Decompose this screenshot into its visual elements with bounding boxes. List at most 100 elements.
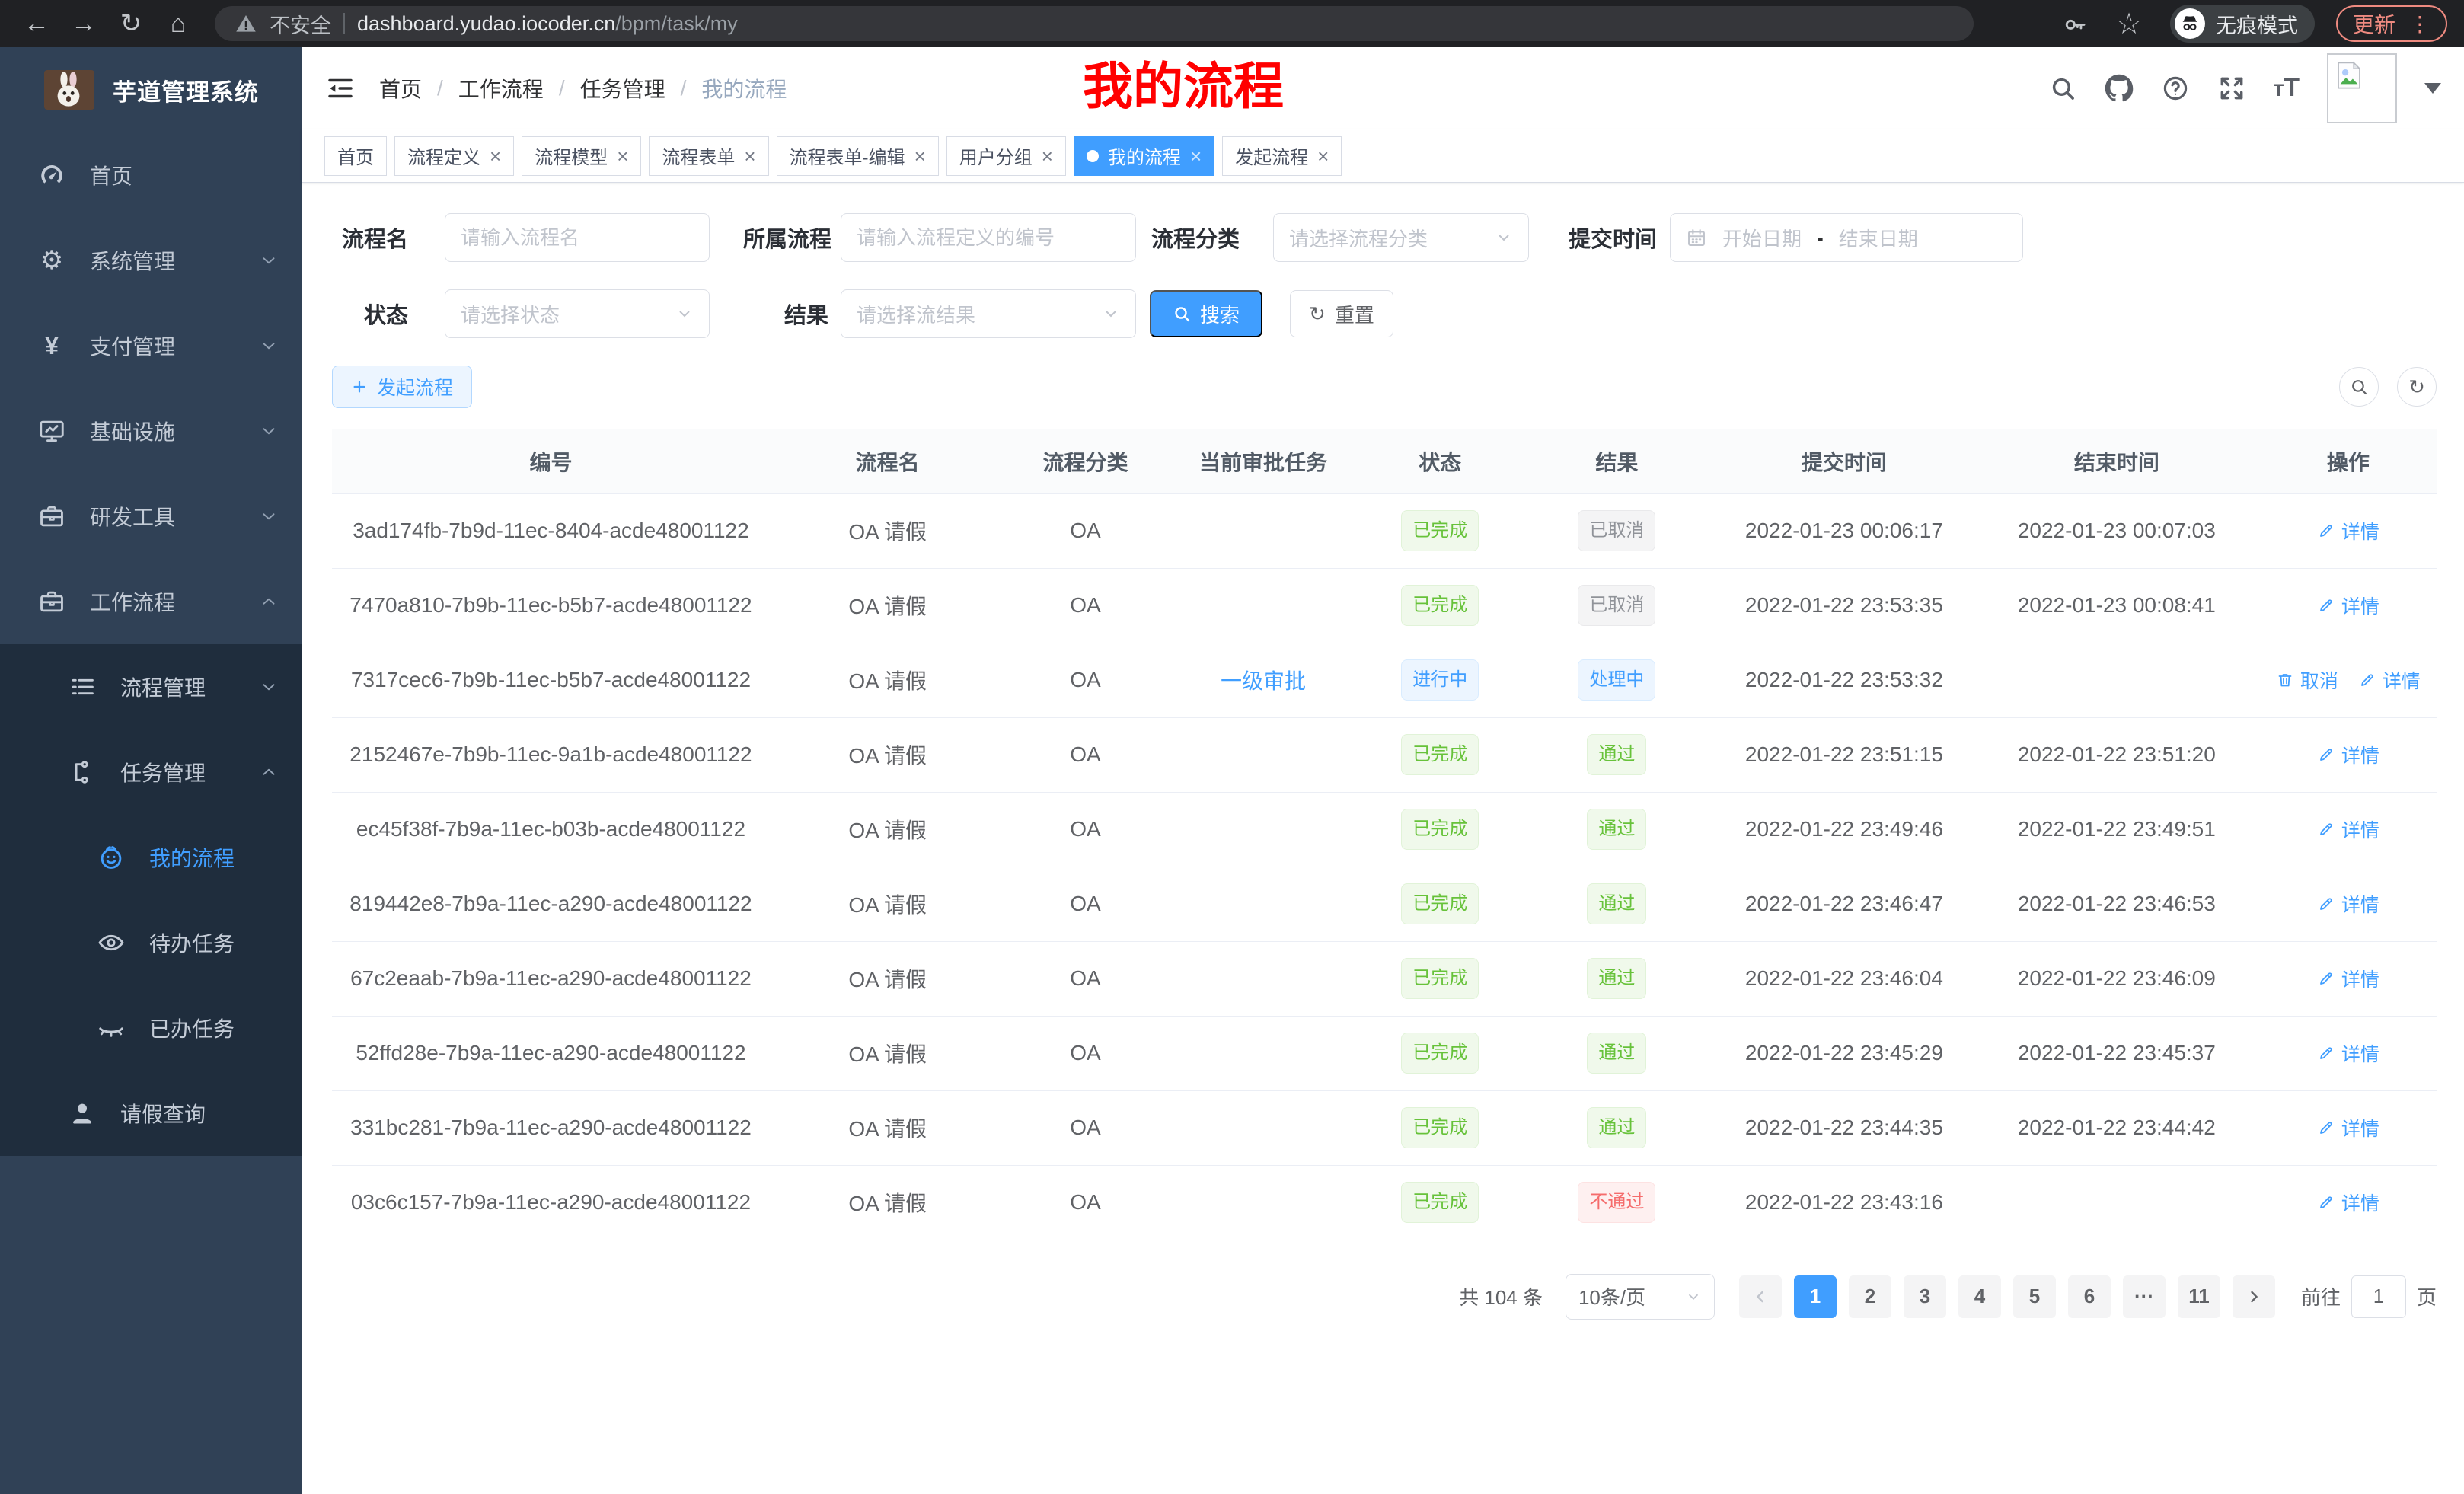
- sidebar-item-dev-tools[interactable]: 研发工具: [0, 474, 302, 559]
- submit-time-daterange-picker[interactable]: 开始日期 - 结束日期: [1670, 213, 2023, 262]
- breadcrumb-item[interactable]: 工作流程: [458, 73, 544, 104]
- kebab-menu-icon[interactable]: ⋮: [2409, 11, 2430, 37]
- cell-process-name: OA 请假: [770, 717, 1006, 792]
- header-search-icon[interactable]: [2048, 74, 2077, 103]
- sidebar-item-payment[interactable]: ¥支付管理: [0, 303, 302, 388]
- chevron-down-icon: [259, 336, 279, 356]
- tab-process-form[interactable]: 流程表单×: [649, 136, 768, 176]
- detail-link[interactable]: 详情: [2317, 816, 2379, 843]
- goto-page-input[interactable]: [2351, 1275, 2406, 1318]
- result-select[interactable]: 请选择流结果: [841, 289, 1136, 338]
- browser-back-icon[interactable]: ←: [17, 5, 56, 42]
- sidebar-toggle-icon[interactable]: [324, 72, 356, 104]
- process-definition-input[interactable]: [841, 213, 1136, 262]
- cell-actions: 详情: [2260, 1090, 2437, 1165]
- tab-home[interactable]: 首页: [324, 136, 387, 176]
- reset-button[interactable]: ↻ 重置: [1290, 290, 1393, 337]
- close-tab-icon[interactable]: ×: [1190, 146, 1202, 166]
- sidebar-item-my-process[interactable]: 我的流程: [0, 815, 302, 900]
- bookmark-star-icon[interactable]: ☆: [2109, 5, 2149, 42]
- page-button[interactable]: 11: [2178, 1275, 2220, 1318]
- tab-start-process[interactable]: 发起流程×: [1222, 136, 1342, 176]
- close-tab-icon[interactable]: ×: [914, 146, 926, 166]
- browser-reload-icon[interactable]: ↻: [111, 5, 151, 42]
- page-button[interactable]: 1: [1794, 1275, 1837, 1318]
- detail-link[interactable]: 详情: [2317, 1114, 2379, 1141]
- page-button[interactable]: 4: [1958, 1275, 2001, 1318]
- browser-home-icon[interactable]: ⌂: [158, 5, 198, 42]
- detail-link[interactable]: 详情: [2317, 890, 2379, 918]
- sidebar-item-process-mgmt[interactable]: 流程管理: [0, 644, 302, 729]
- detail-link[interactable]: 详情: [2358, 666, 2421, 694]
- sidebar-menu: 首页⚙系统管理¥支付管理基础设施研发工具工作流程流程管理任务管理我的流程待办任务…: [0, 132, 302, 1156]
- cancel-link[interactable]: 取消: [2276, 666, 2338, 694]
- breadcrumb-item[interactable]: 首页: [379, 73, 422, 104]
- page-button[interactable]: 2: [1849, 1275, 1891, 1318]
- close-tab-icon[interactable]: ×: [617, 146, 628, 166]
- refresh-table-button[interactable]: ↻: [2397, 367, 2437, 407]
- sidebar-item-infrastructure[interactable]: 基础设施: [0, 388, 302, 474]
- sidebar-item-system[interactable]: ⚙系统管理: [0, 218, 302, 303]
- table-row: 7317cec6-7b9b-11ec-b5b7-acde48001122OA 请…: [332, 643, 2437, 717]
- font-size-icon[interactable]: TT: [2274, 73, 2300, 103]
- process-category-select[interactable]: 请选择流程分类: [1273, 213, 1529, 262]
- table-row: 3ad174fb-7b9d-11ec-8404-acde48001122OA 请…: [332, 493, 2437, 568]
- close-tab-icon[interactable]: ×: [1042, 146, 1053, 166]
- search-button[interactable]: 搜索: [1150, 290, 1262, 337]
- avatar[interactable]: [2327, 53, 2397, 123]
- cell-current-task: [1166, 568, 1361, 643]
- toggle-search-button[interactable]: [2339, 367, 2379, 407]
- detail-link[interactable]: 详情: [2317, 592, 2379, 619]
- cell-category: OA: [1005, 1016, 1165, 1090]
- sidebar-item-task-mgmt[interactable]: 任务管理: [0, 729, 302, 815]
- process-name-input[interactable]: [445, 213, 710, 262]
- avatar-caret-down-icon[interactable]: [2424, 83, 2441, 94]
- cell-actions: 详情: [2260, 792, 2437, 867]
- github-icon[interactable]: [2105, 74, 2134, 103]
- close-tab-icon[interactable]: ×: [744, 146, 755, 166]
- detail-link[interactable]: 详情: [2317, 965, 2379, 992]
- create-process-button[interactable]: 发起流程: [332, 366, 472, 408]
- sidebar-item-leave-query[interactable]: 请假查询: [0, 1071, 302, 1156]
- page-ellipsis[interactable]: ···: [2123, 1275, 2166, 1318]
- tab-process-definition[interactable]: 流程定义×: [394, 136, 514, 176]
- page-button[interactable]: 5: [2013, 1275, 2056, 1318]
- page-button[interactable]: 6: [2068, 1275, 2111, 1318]
- chrome-update-button[interactable]: 更新 ⋮: [2336, 5, 2447, 42]
- sidebar-item-todo-tasks[interactable]: 待办任务: [0, 900, 302, 985]
- detail-link[interactable]: 详情: [2317, 517, 2379, 544]
- prev-page-button[interactable]: [1739, 1275, 1782, 1318]
- close-tab-icon[interactable]: ×: [490, 146, 501, 166]
- cell-process-name: OA 请假: [770, 1165, 1006, 1240]
- page-title-overlay: 我的流程: [1083, 53, 1284, 121]
- detail-link[interactable]: 详情: [2317, 1189, 2379, 1216]
- password-key-icon[interactable]: [2062, 11, 2088, 37]
- detail-link[interactable]: 详情: [2317, 741, 2379, 768]
- browser-forward-icon[interactable]: →: [64, 5, 104, 42]
- table-row: 03c6c157-7b9a-11ec-a290-acde48001122OA 请…: [332, 1165, 2437, 1240]
- help-question-icon[interactable]: [2161, 74, 2190, 103]
- address-bar[interactable]: 不安全 dashboard.yudao.iocoder.cn/bpm/task/…: [215, 6, 1974, 41]
- next-page-button[interactable]: [2233, 1275, 2275, 1318]
- page-size-value: 10条/页: [1578, 1282, 1645, 1310]
- cell-status: 已完成: [1361, 867, 1519, 941]
- tab-process-form-edit[interactable]: 流程表单-编辑×: [777, 136, 939, 176]
- current-task-link[interactable]: 一级审批: [1221, 669, 1306, 693]
- close-tab-icon[interactable]: ×: [1317, 146, 1329, 166]
- detail-link[interactable]: 详情: [2317, 1039, 2379, 1067]
- breadcrumb-item[interactable]: 任务管理: [580, 73, 665, 104]
- tab-process-model[interactable]: 流程模型×: [522, 136, 641, 176]
- page-button[interactable]: 3: [1904, 1275, 1946, 1318]
- edit-icon: [2317, 522, 2335, 540]
- sidebar-item-workflow[interactable]: 工作流程: [0, 559, 302, 644]
- page-size-select[interactable]: 10条/页: [1566, 1274, 1715, 1320]
- fullscreen-icon[interactable]: [2217, 74, 2246, 103]
- status-select[interactable]: 请选择状态: [445, 289, 710, 338]
- sidebar-item-home[interactable]: 首页: [0, 132, 302, 218]
- cell-category: OA: [1005, 643, 1165, 717]
- tab-my-process[interactable]: 我的流程×: [1074, 136, 1214, 176]
- tab-user-group[interactable]: 用户分组×: [946, 136, 1066, 176]
- sidebar-item-done-tasks[interactable]: 已办任务: [0, 985, 302, 1071]
- app-logo-row[interactable]: 芋道管理系统: [0, 47, 302, 132]
- cell-current-task: [1166, 792, 1361, 867]
